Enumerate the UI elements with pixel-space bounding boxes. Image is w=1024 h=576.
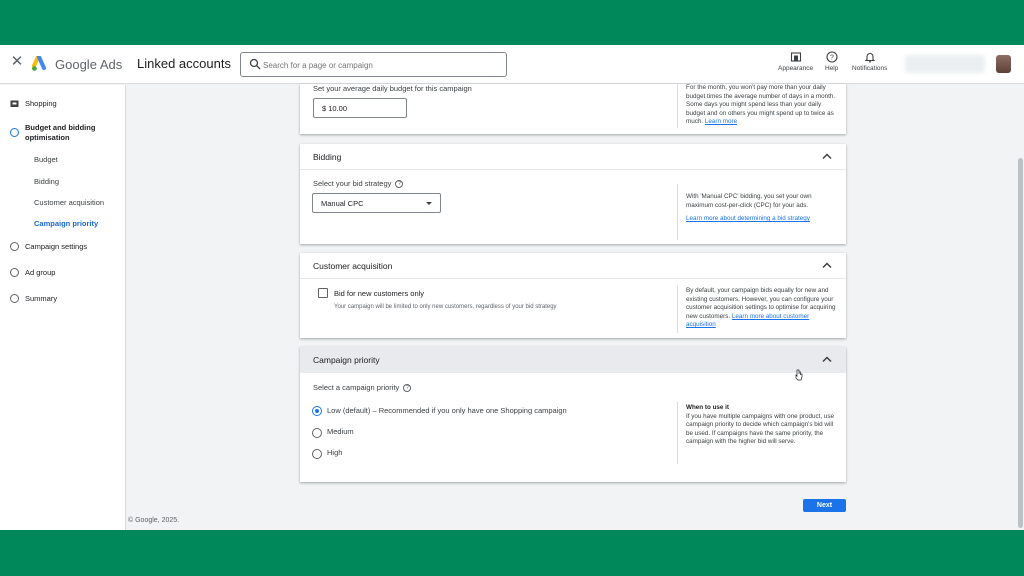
appearance-label: Appearance	[778, 65, 814, 72]
svg-text:?: ?	[830, 55, 834, 62]
budget-divider	[677, 84, 678, 128]
new-customers-label[interactable]: Bid for new customers only	[334, 289, 424, 298]
help-label: Help	[825, 65, 839, 72]
new-customers-description: Your campaign will be limited to only ne…	[334, 304, 557, 310]
chevron-up-icon[interactable]	[822, 261, 832, 269]
bid-strategy-learn-more-link[interactable]: Learn more about determining a bid strat…	[686, 215, 836, 224]
customer-acquisition-help: By default, your campaign bids equally f…	[686, 287, 836, 330]
priority-radio-medium[interactable]	[312, 428, 322, 438]
top-border-band	[0, 0, 1024, 45]
priority-label-high[interactable]: High	[327, 448, 342, 457]
budget-label: Set your average daily budget for this c…	[313, 84, 472, 93]
help-button[interactable]: ? Help	[825, 51, 838, 72]
priority-radio-high[interactable]	[312, 449, 322, 459]
customer-acquisition-title: Customer acquisition	[313, 261, 393, 271]
sidebar-item-label: Ad group	[25, 268, 56, 277]
customer-acquisition-divider	[677, 285, 678, 333]
daily-budget-input[interactable]: $ 10.00	[313, 98, 407, 118]
search-icon	[249, 58, 261, 70]
next-button[interactable]: Next	[803, 499, 846, 512]
scrollbar-thumb[interactable]	[1018, 158, 1023, 528]
sidebar-item-label: Summary	[25, 294, 58, 303]
sidebar-subitem-budget[interactable]: Budget	[34, 155, 58, 164]
bidding-divider	[677, 184, 678, 240]
bid-strategy-label: Select your bid strategy	[313, 179, 392, 188]
google-ads-app: ✕ Google Ads Linked accounts Appearance	[0, 45, 1024, 530]
campaign-priority-help-text: If you have multiple campaigns with one …	[686, 412, 835, 446]
sidebar-subitem-campaign-priority[interactable]: Campaign priority	[34, 219, 98, 228]
step-circle-icon	[10, 268, 19, 277]
campaign-priority-label-row: Select a campaign priority?	[313, 383, 412, 393]
account-info-blurred[interactable]	[905, 55, 985, 73]
sidebar-subitem-customer-acquisition[interactable]: Customer acquisition	[34, 198, 104, 207]
sidebar-subitem-bidding[interactable]: Bidding	[34, 177, 59, 186]
bid-strategy-label-row: Select your bid strategy?	[313, 179, 404, 189]
brand-name: Google Ads	[55, 57, 123, 72]
shopping-icon	[10, 100, 19, 107]
mouse-cursor-icon	[795, 369, 803, 381]
budget-help: For the month, you won't pay more than y…	[686, 84, 836, 127]
step-circle-icon	[10, 242, 19, 251]
campaign-priority-help-title: When to use it	[686, 404, 730, 411]
chevron-up-icon[interactable]	[822, 355, 832, 363]
campaign-priority-label: Select a campaign priority	[313, 383, 400, 392]
search-input[interactable]	[263, 57, 493, 73]
bidding-card-header[interactable]: Bidding	[300, 144, 846, 170]
bid-strategy-select[interactable]: Manual CPC	[312, 193, 441, 213]
wizard-sidebar: Shopping Budget and bidding optimisation…	[0, 85, 126, 530]
top-app-bar: ✕ Google Ads Linked accounts Appearance	[0, 45, 1024, 84]
appearance-button[interactable]: Appearance	[778, 51, 813, 72]
page-scrollbar[interactable]	[1016, 85, 1024, 530]
help-icon: ?	[826, 51, 838, 63]
avatar[interactable]	[996, 55, 1011, 73]
notifications-button[interactable]: Notifications	[852, 51, 887, 72]
chevron-up-icon[interactable]	[822, 152, 832, 160]
dropdown-arrow-icon	[426, 202, 432, 205]
search-box[interactable]	[240, 52, 507, 77]
bidding-help-text: With 'Manual CPC' bidding, you set your …	[686, 193, 812, 209]
bottom-border-band	[0, 530, 1024, 576]
notifications-label: Notifications	[852, 65, 888, 72]
google-ads-logo-icon	[32, 56, 46, 71]
help-circle-icon[interactable]: ?	[395, 180, 404, 189]
copyright-text: © Google, 2025.	[128, 517, 180, 524]
customer-acquisition-card-header[interactable]: Customer acquisition	[300, 253, 846, 279]
appearance-icon	[790, 52, 801, 62]
priority-label-low[interactable]: Low (default) – Recommended if you only …	[327, 406, 567, 415]
campaign-priority-help: When to use it If you have multiple camp…	[686, 404, 836, 447]
sidebar-item-label: Campaign settings	[25, 242, 88, 251]
bidding-help: With 'Manual CPC' bidding, you set your …	[686, 193, 836, 224]
bid-strategy-value: Manual CPC	[321, 199, 364, 208]
customer-acquisition-card: Customer acquisition Bid for new custome…	[300, 253, 846, 338]
sidebar-item-label: Shopping	[25, 99, 57, 108]
bell-icon	[864, 53, 876, 63]
priority-radio-low[interactable]	[312, 406, 322, 416]
priority-label-medium[interactable]: Medium	[327, 427, 354, 436]
bidding-title: Bidding	[313, 152, 342, 162]
close-icon[interactable]: ✕	[10, 54, 24, 69]
campaign-priority-card-header[interactable]: Campaign priority	[300, 347, 846, 373]
budget-learn-more-link[interactable]: Learn more	[705, 118, 737, 125]
campaign-priority-divider	[677, 402, 678, 464]
campaign-priority-title: Campaign priority	[313, 355, 380, 365]
help-circle-icon[interactable]: ?	[403, 384, 412, 393]
step-circle-icon	[10, 294, 19, 303]
step-circle-icon	[10, 128, 19, 137]
sidebar-item-label: Budget and bidding optimisation	[25, 123, 96, 142]
page-title: Linked accounts	[137, 56, 231, 71]
new-customers-checkbox[interactable]	[318, 288, 328, 298]
